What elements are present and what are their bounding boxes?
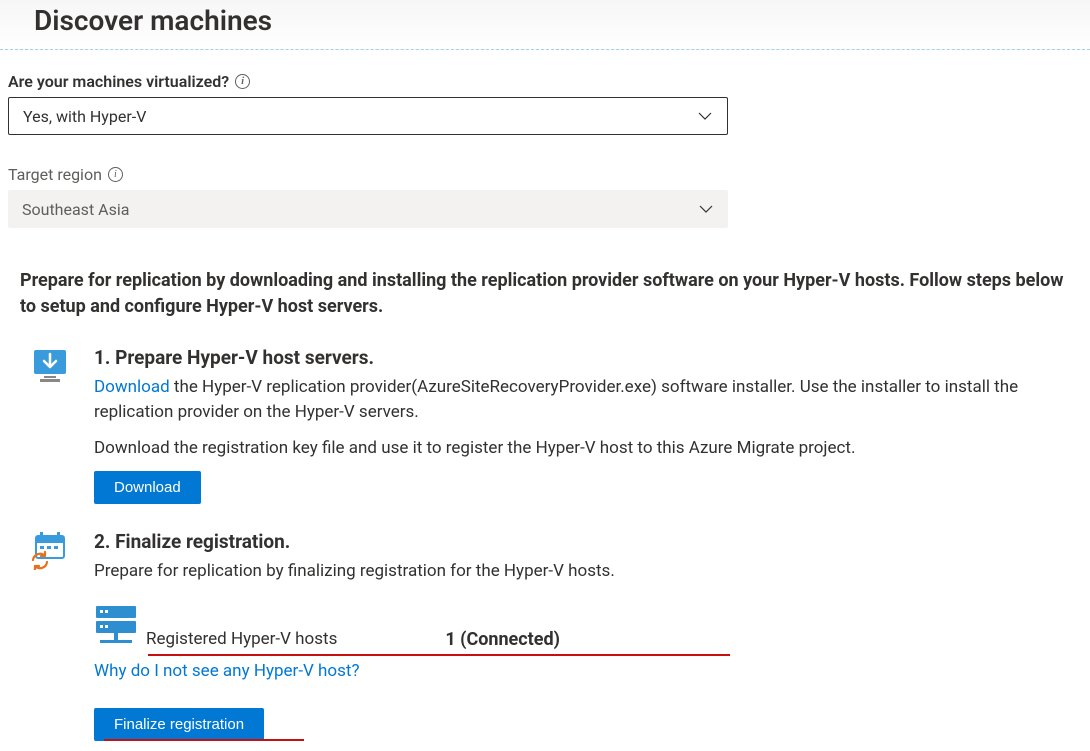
step-finalize-registration: 2. Finalize registration. Prepare for re… — [26, 514, 1082, 751]
calendar-sync-icon — [26, 528, 74, 570]
step1-title: 1. Prepare Hyper-V host servers. — [94, 344, 1082, 373]
intro-text: Prepare for replication by downloading a… — [8, 258, 1082, 320]
region-label: Target region i — [8, 165, 123, 184]
annotation-underline — [148, 654, 730, 656]
server-rack-icon — [94, 604, 138, 653]
chevron-down-icon — [697, 108, 713, 124]
title-bar: Discover machines — [0, 0, 1090, 50]
info-icon[interactable]: i — [235, 74, 250, 89]
download-link[interactable]: Download — [94, 377, 170, 397]
info-icon[interactable]: i — [108, 167, 123, 182]
step1-second-line: Download the registration key file and u… — [94, 436, 1082, 462]
region-value: Southeast Asia — [22, 200, 129, 219]
registered-hosts-label: Registered Hyper-V hosts — [146, 627, 337, 653]
step-prepare-hosts: 1. Prepare Hyper-V host servers. Downloa… — [26, 330, 1082, 514]
virtualized-select[interactable]: Yes, with Hyper-V — [8, 97, 728, 135]
virtualized-value: Yes, with Hyper-V — [23, 107, 146, 126]
annotation-underline — [104, 739, 304, 741]
download-button[interactable]: Download — [94, 471, 201, 504]
step1-text: the Hyper-V replication provider(AzureSi… — [94, 377, 1018, 423]
virtualized-label-text: Are your machines virtualized? — [8, 72, 229, 91]
virtualized-label: Are your machines virtualized? i — [8, 72, 250, 91]
region-label-text: Target region — [8, 165, 102, 184]
registered-hosts-row: Registered Hyper-V hosts 1 (Connected) — [94, 604, 1082, 653]
field-virtualized: Are your machines virtualized? i Yes, wi… — [8, 72, 1082, 135]
help-no-host-link[interactable]: Why do I not see any Hyper-V host? — [94, 661, 359, 681]
download-monitor-icon — [26, 344, 74, 386]
step2-subtitle: Prepare for replication by finalizing re… — [94, 559, 1082, 585]
finalize-registration-button[interactable]: Finalize registration — [94, 708, 264, 741]
region-select: Southeast Asia — [8, 190, 728, 228]
page-title: Discover machines — [34, 4, 1090, 37]
step1-desc: Download the Hyper-V replication provide… — [94, 375, 1082, 426]
field-region: Target region i Southeast Asia — [8, 165, 1082, 228]
step2-title: 2. Finalize registration. — [94, 528, 1082, 557]
registered-hosts-value: 1 (Connected) — [445, 626, 560, 653]
chevron-down-icon — [698, 201, 714, 217]
